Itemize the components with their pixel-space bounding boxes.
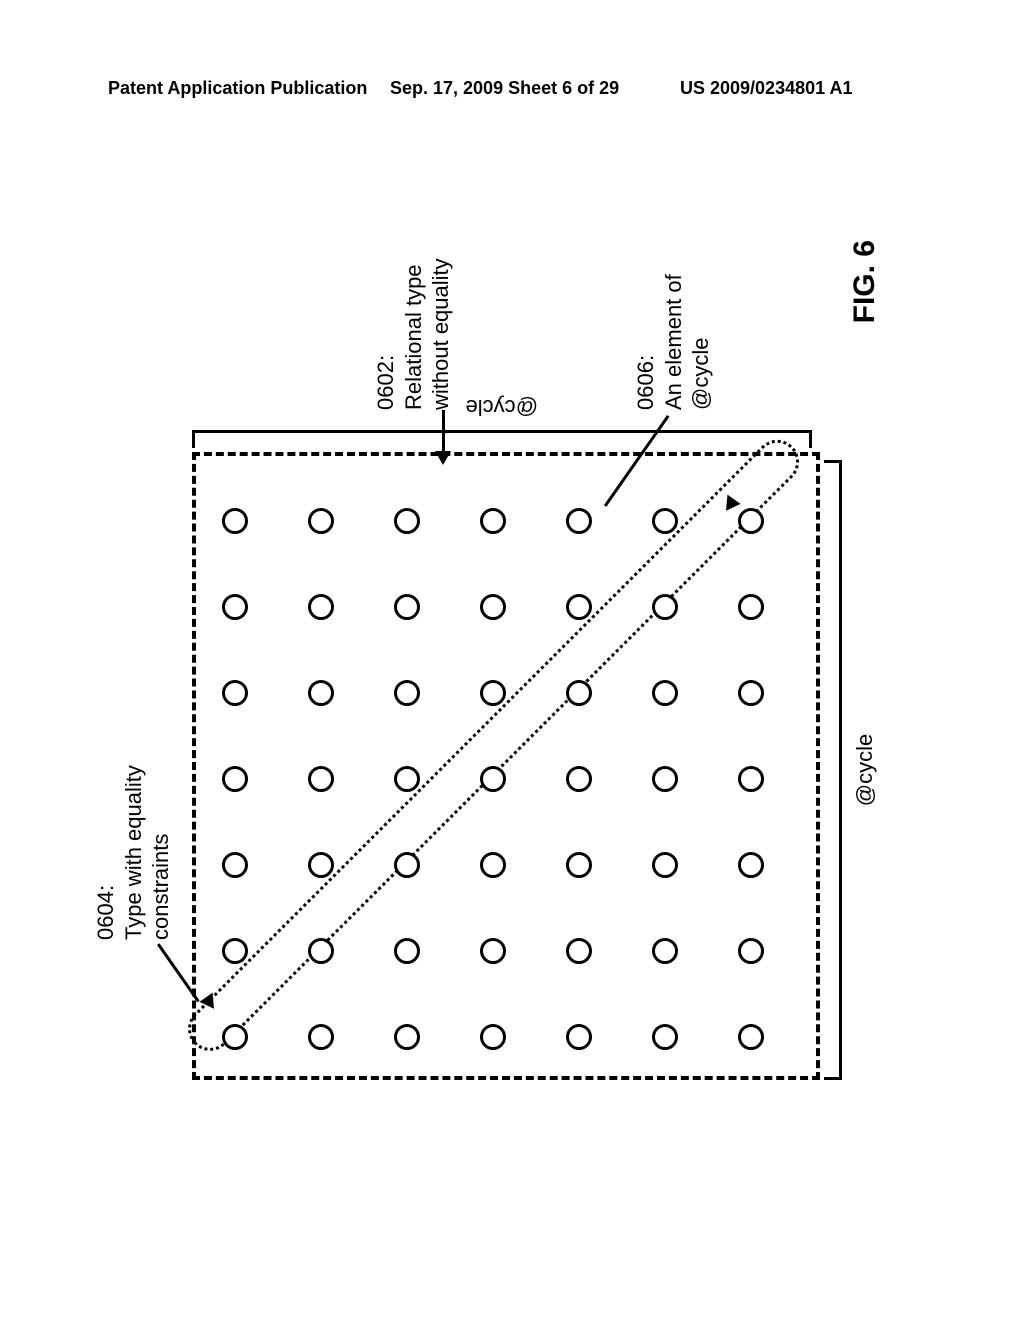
callout-0604-text: Type with equality constraints [120,760,175,940]
callout-0602-id: 0602: [372,210,400,410]
grid-dot [222,1024,248,1050]
y-axis-bracket [192,430,812,448]
grid-dot [738,766,764,792]
grid-dot [308,1024,334,1050]
figure-rotated-canvas: @cycle @cycle 0604: Type with equality c… [112,200,912,1200]
grid-dot [394,594,420,620]
callout-0604-id: 0604: [92,760,120,940]
grid-dot [394,766,420,792]
callout-0602: 0602: Relational type without equality [372,210,455,410]
header-right: US 2009/0234801 A1 [680,78,852,99]
grid-dot [652,508,678,534]
callout-0602-text: Relational type without equality [400,210,455,410]
grid-dot [480,1024,506,1050]
grid-dot [652,766,678,792]
x-axis-bracket [824,460,842,1080]
grid-dot [308,766,334,792]
grid-dot [222,766,248,792]
grid-dot [394,680,420,706]
grid-dot [480,766,506,792]
grid-dot [480,680,506,706]
grid-dot [308,508,334,534]
grid-dot [566,766,592,792]
grid-dot [566,1024,592,1050]
grid-dot [566,508,592,534]
x-axis-label: @cycle [852,460,878,1080]
grid-dot [652,680,678,706]
grid-dot [738,508,764,534]
grid-dot [308,594,334,620]
header-center: Sep. 17, 2009 Sheet 6 of 29 [390,78,619,99]
grid-dot [480,938,506,964]
grid-dot [480,508,506,534]
grid-dot [738,852,764,878]
grid-dot [394,852,420,878]
grid-dot [222,508,248,534]
grid-dot [738,938,764,964]
callout-0602-arrow [435,451,451,465]
grid-dot [652,852,678,878]
callout-0606-text: An element of @cycle [660,210,715,410]
grid-dot [652,938,678,964]
grid-dot [308,852,334,878]
grid-dot [222,680,248,706]
grid-dot [222,594,248,620]
callout-0606-id: 0606: [632,210,660,410]
callout-0602-leader [442,410,445,455]
grid-dot [566,938,592,964]
grid-dot [566,680,592,706]
relational-type-box [192,452,820,1080]
grid-dot [394,508,420,534]
grid-dot [394,1024,420,1050]
grid-dot [738,594,764,620]
callout-0606: 0606: An element of @cycle [632,210,715,410]
grid-dot [738,1024,764,1050]
y-axis-label: @cycle [192,394,812,420]
grid-dot [394,938,420,964]
grid-dot [308,680,334,706]
grid-dot [652,594,678,620]
figure-caption: FIG. 6 [848,240,882,323]
grid-dot [222,938,248,964]
grid-dot [738,680,764,706]
grid-dot [222,852,248,878]
grid-dot [652,1024,678,1050]
callout-0604: 0604: Type with equality constraints [92,760,175,940]
header-left: Patent Application Publication [108,78,367,99]
grid-dot [308,938,334,964]
grid-dot [480,852,506,878]
grid-dot [480,594,506,620]
grid-dot [566,852,592,878]
figure-area: @cycle @cycle 0604: Type with equality c… [50,150,974,1250]
grid-dot [566,594,592,620]
